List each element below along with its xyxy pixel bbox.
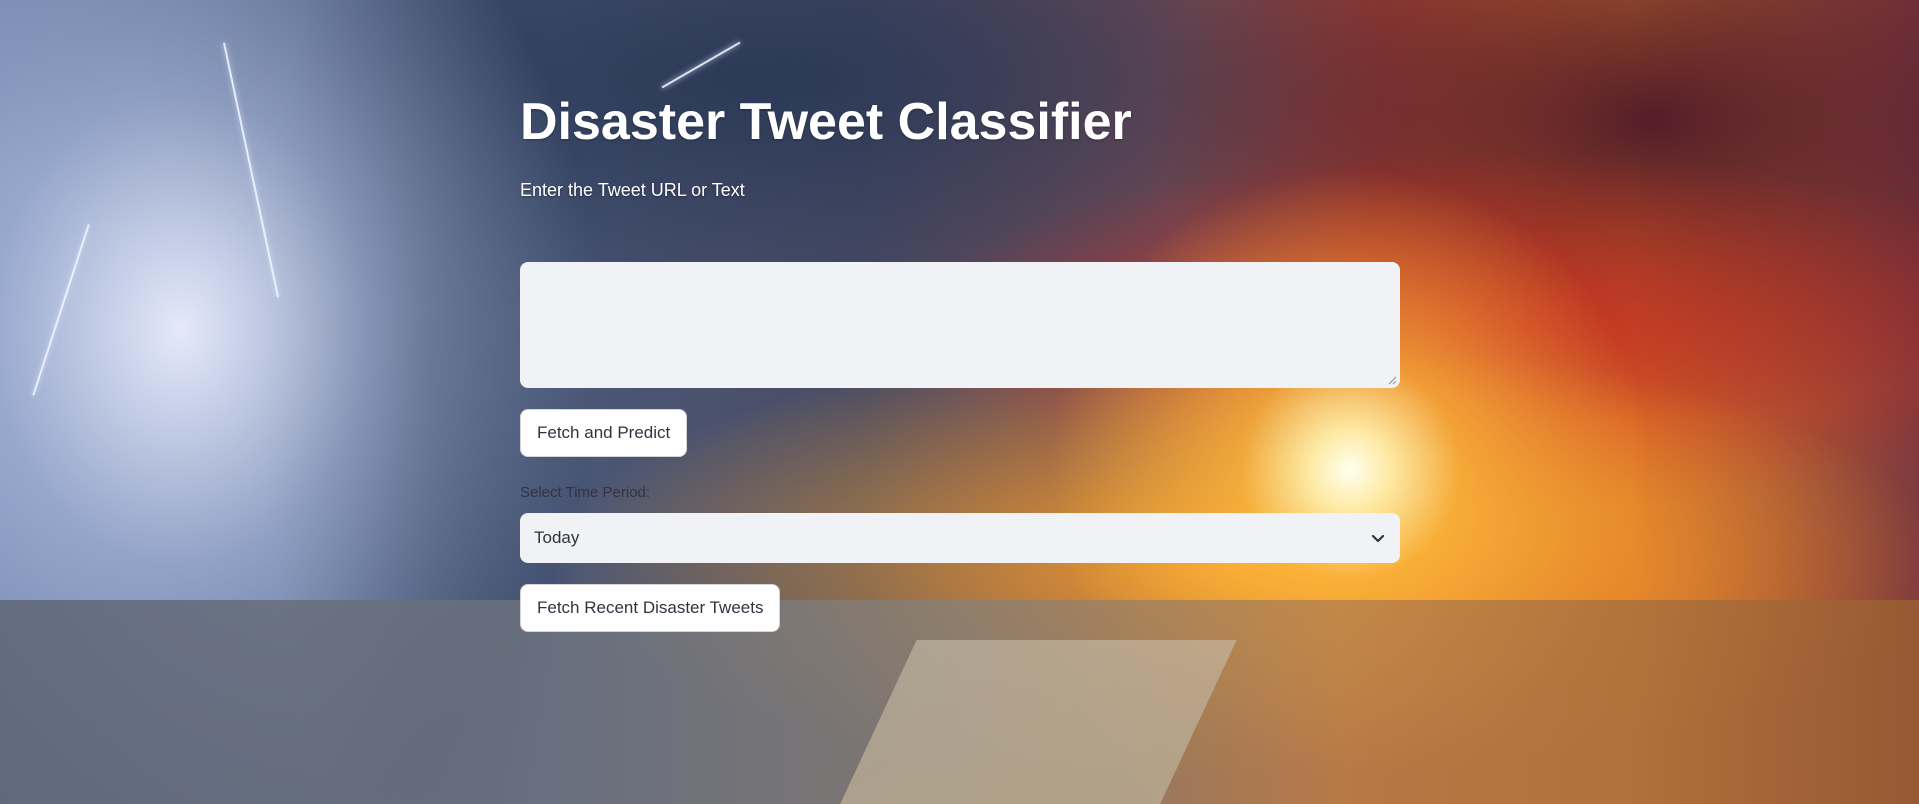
chevron-down-icon (1371, 534, 1385, 543)
tweet-textarea-container (520, 262, 1400, 388)
page-title: Disaster Tweet Classifier (520, 93, 1132, 151)
time-period-label: Select Time Period: (520, 484, 651, 501)
fetch-predict-button[interactable]: Fetch and Predict (520, 409, 688, 457)
time-period-select[interactable]: Today (520, 513, 1400, 563)
tweet-input[interactable] (520, 262, 1400, 388)
lightning-bolt (32, 224, 90, 396)
lightning-bolt (222, 42, 280, 298)
lightning-bolt (661, 41, 741, 89)
time-period-selected-value: Today (534, 528, 580, 547)
resize-handle-icon[interactable] (1387, 375, 1397, 385)
fetch-recent-tweets-button[interactable]: Fetch Recent Disaster Tweets (520, 584, 781, 632)
tweet-input-label: Enter the Tweet URL or Text (520, 180, 745, 200)
